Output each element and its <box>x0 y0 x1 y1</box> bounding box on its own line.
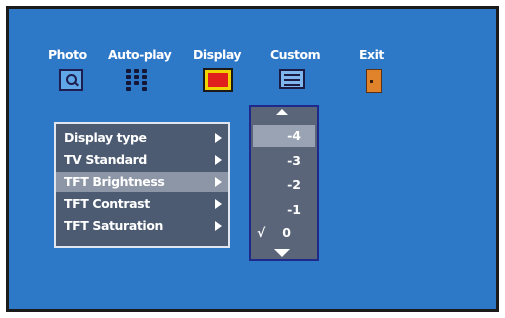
tab-custom-label[interactable]: Custom <box>270 47 321 62</box>
menu-item-label: Display type <box>64 130 147 145</box>
check-icon: √ <box>257 225 266 240</box>
arrow-right-icon <box>215 221 222 231</box>
menu-item-label: TFT Saturation <box>64 218 164 233</box>
menu-item-tft-saturation[interactable]: TFT Saturation <box>56 216 228 236</box>
value-label: -3 <box>287 153 301 168</box>
menu-item-label: TFT Brightness <box>64 174 165 189</box>
brightness-value-list: -4 -3 -2 -1 √ 0 <box>249 105 319 261</box>
value-option-minus-3[interactable]: -3 <box>253 150 315 172</box>
arrow-right-icon <box>215 133 222 143</box>
value-label: 0 <box>282 225 291 240</box>
menu-item-tft-brightness[interactable]: TFT Brightness <box>56 172 228 192</box>
menu-item-label: TV Standard <box>64 152 147 167</box>
notepad-icon[interactable] <box>279 69 305 89</box>
arrow-right-icon <box>215 199 222 209</box>
dots-icon[interactable] <box>126 69 148 91</box>
scroll-up-icon[interactable] <box>276 109 288 115</box>
value-label: -1 <box>287 202 301 217</box>
scroll-down-icon[interactable] <box>274 249 290 257</box>
tab-exit-label[interactable]: Exit <box>359 47 384 62</box>
door-icon[interactable] <box>366 69 382 93</box>
menu-item-tv-standard[interactable]: TV Standard <box>56 150 228 170</box>
display-settings-menu: Display type TV Standard TFT Brightness … <box>54 122 230 248</box>
menu-item-display-type[interactable]: Display type <box>56 128 228 148</box>
magnifier-icon[interactable] <box>59 69 83 91</box>
value-option-minus-2[interactable]: -2 <box>253 174 315 196</box>
value-option-0[interactable]: √ 0 <box>253 222 315 244</box>
arrow-right-icon <box>215 155 222 165</box>
osd-screen: Photo Auto-play Display Custom Exit Disp… <box>6 6 499 312</box>
tab-display-label[interactable]: Display <box>193 47 242 62</box>
value-label: -2 <box>287 177 301 192</box>
arrow-right-icon <box>215 177 222 187</box>
monitor-icon[interactable] <box>203 68 233 92</box>
value-label: -4 <box>287 128 301 143</box>
value-option-minus-4[interactable]: -4 <box>253 125 315 147</box>
menu-item-label: TFT Contrast <box>64 196 150 211</box>
menu-item-tft-contrast[interactable]: TFT Contrast <box>56 194 228 214</box>
tab-photo-label[interactable]: Photo <box>48 47 87 62</box>
value-option-minus-1[interactable]: -1 <box>253 199 315 221</box>
tab-autoplay-label[interactable]: Auto-play <box>108 47 172 62</box>
